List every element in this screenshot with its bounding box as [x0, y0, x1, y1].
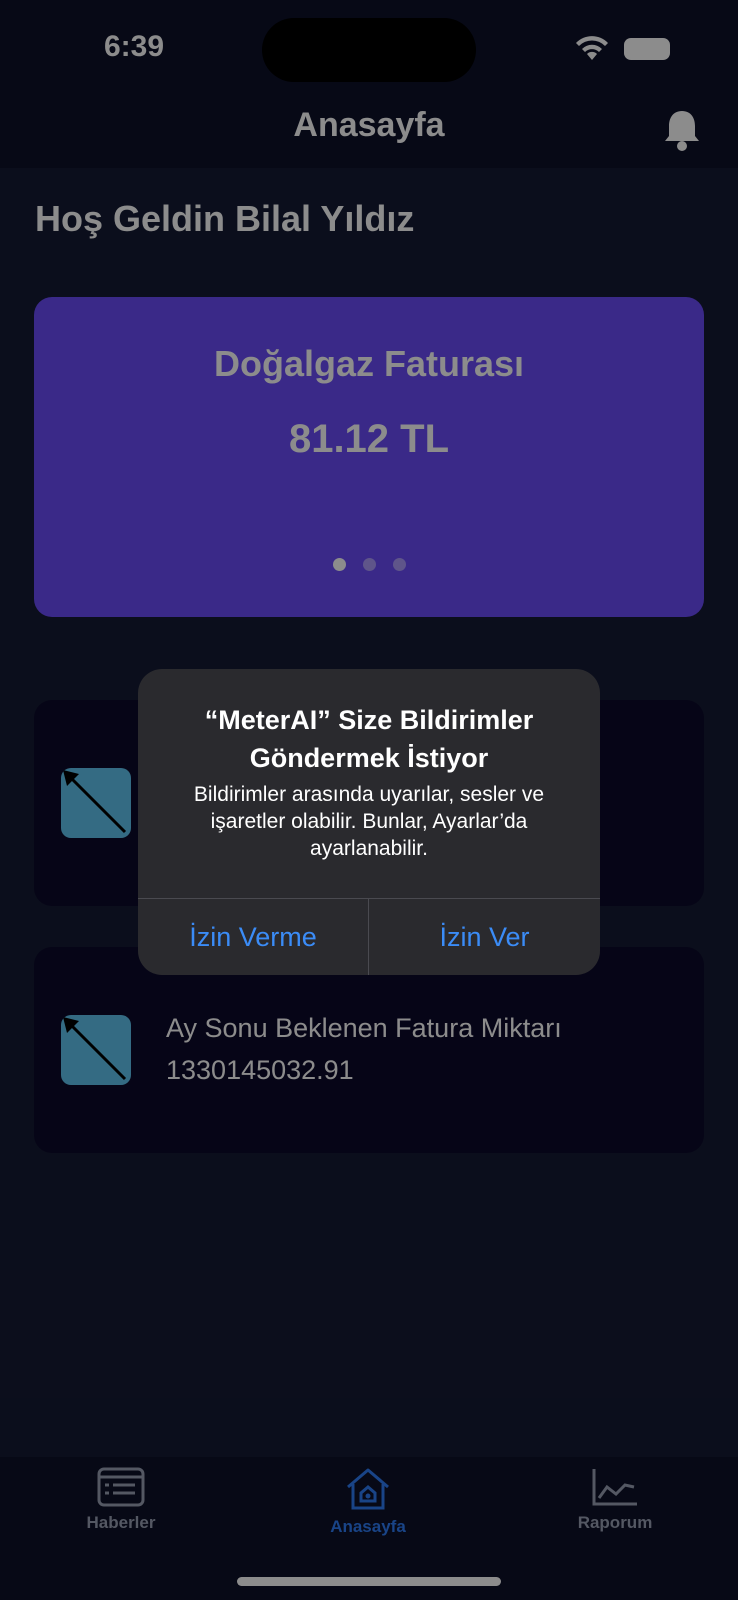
deny-button[interactable]: İzin Verme	[138, 899, 368, 975]
alert-message: Bildirimler arasında uyarılar, sesler ve…	[193, 783, 545, 860]
notification-permission-alert: “MeterAI” Size Bildirimler Göndermek İst…	[138, 669, 600, 975]
allow-button[interactable]: İzin Ver	[369, 899, 600, 975]
alert-title: “MeterAI” Size Bildirimler Göndermek İst…	[204, 705, 534, 773]
